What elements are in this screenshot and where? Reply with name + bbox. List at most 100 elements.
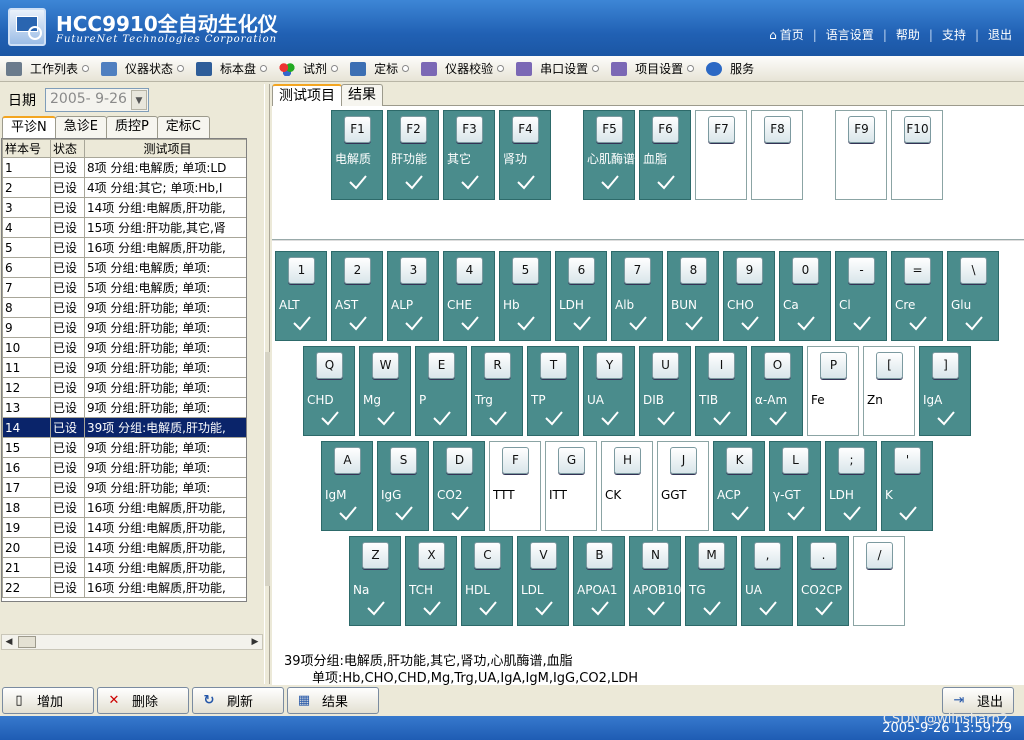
splitter-handle[interactable]	[265, 352, 270, 586]
test-item-key[interactable]: B APOA1	[573, 536, 625, 626]
table-row[interactable]: 18 已设 16项 分组:电解质,肝功能,	[2, 497, 246, 518]
test-item-key[interactable]: F10	[891, 110, 943, 200]
test-item-key[interactable]: N APOB10	[629, 536, 681, 626]
table-row[interactable]: 10 已设 9项 分组:肝功能; 单项:	[2, 337, 246, 358]
test-item-key[interactable]: ' K	[881, 441, 933, 531]
test-item-key[interactable]: U DIB	[639, 346, 691, 436]
toolbar-sample-tray[interactable]: 标本盘	[196, 58, 268, 80]
toolbar-worklist[interactable]: 工作列表	[6, 58, 90, 80]
test-item-key[interactable]: . CO2CP	[797, 536, 849, 626]
toolbar-serial-settings[interactable]: 串口设置	[516, 58, 600, 80]
test-item-key[interactable]: Y UA	[583, 346, 635, 436]
table-row[interactable]: 12 已设 9项 分组:肝功能; 单项:	[2, 377, 246, 398]
table-row[interactable]: 20 已设 14项 分组:电解质,肝功能,	[2, 537, 246, 558]
test-item-key[interactable]: 4 CHE	[443, 251, 495, 341]
result-button[interactable]: ▦ 结果	[287, 687, 379, 714]
test-item-key[interactable]: 3 ALP	[387, 251, 439, 341]
test-item-key[interactable]: Z Na	[349, 536, 401, 626]
test-item-key[interactable]: F7	[695, 110, 747, 200]
test-item-key[interactable]: EP	[415, 346, 467, 436]
test-item-key[interactable]: W Mg	[359, 346, 411, 436]
chevron-down-icon[interactable]: ▼	[131, 90, 147, 110]
delete-button[interactable]: ✕ 删除	[97, 687, 189, 714]
table-row[interactable]: 21 已设 14项 分组:电解质,肝功能,	[2, 557, 246, 578]
table-row[interactable]: 1 已设 8项 分组:电解质; 单项:LD	[2, 157, 246, 178]
table-row[interactable]: 9 已设 9项 分组:肝功能; 单项:	[2, 317, 246, 338]
test-item-key[interactable]: 0 Ca	[779, 251, 831, 341]
test-item-key[interactable]: K ACP	[713, 441, 765, 531]
nav-home-link[interactable]: 首页	[780, 26, 804, 43]
test-item-key[interactable]: 9 CHO	[723, 251, 775, 341]
test-item-key[interactable]: I TIB	[695, 346, 747, 436]
test-item-key[interactable]: X TCH	[405, 536, 457, 626]
toolbar-reagent[interactable]: 试剂	[279, 58, 339, 80]
toolbar-instrument-status[interactable]: 仪器状态	[101, 58, 185, 80]
scroll-left-icon[interactable]: ◀	[2, 635, 16, 649]
exit-button[interactable]: ⇥ 退出	[942, 687, 1014, 714]
refresh-button[interactable]: ↻ 刷新	[192, 687, 284, 714]
table-row[interactable]: 4 已设 15项 分组:肝功能,其它,肾	[2, 217, 246, 238]
test-item-key[interactable]: G ITT	[545, 441, 597, 531]
tab-routine[interactable]: 平诊N	[2, 116, 56, 138]
test-item-key[interactable]: , UA	[741, 536, 793, 626]
tab-results[interactable]: 结果	[341, 84, 383, 106]
test-item-key[interactable]: F6 血脂	[639, 110, 691, 200]
test-item-key[interactable]: F5 心肌酶谱	[583, 110, 635, 200]
test-item-key[interactable]: ; LDH	[825, 441, 877, 531]
test-item-key[interactable]: - Cl	[835, 251, 887, 341]
panel-splitter[interactable]	[264, 84, 270, 684]
table-row[interactable]: 14 已设 39项 分组:电解质,肝功能,	[2, 417, 246, 438]
tab-qc[interactable]: 质控P	[105, 116, 158, 138]
test-item-key[interactable]: Q CHD	[303, 346, 355, 436]
table-row[interactable]: 17 已设 9项 分组:肝功能; 单项:	[2, 477, 246, 498]
test-item-key[interactable]: S IgG	[377, 441, 429, 531]
test-item-key[interactable]: F9	[835, 110, 887, 200]
test-item-key[interactable]: 7 Alb	[611, 251, 663, 341]
test-item-key[interactable]: V LDL	[517, 536, 569, 626]
toolbar-instrument-check[interactable]: 仪器校验	[421, 58, 505, 80]
tab-test-items[interactable]: 测试项目	[272, 84, 342, 106]
table-row[interactable]: 22 已设 16项 分组:电解质,肝功能,	[2, 577, 246, 598]
test-item-key[interactable]: F8	[751, 110, 803, 200]
test-item-key[interactable]: \ Glu	[947, 251, 999, 341]
test-item-key[interactable]: = Cre	[891, 251, 943, 341]
test-item-key[interactable]: F4 肾功	[499, 110, 551, 200]
test-item-key[interactable]: T TP	[527, 346, 579, 436]
test-item-key[interactable]: C HDL	[461, 536, 513, 626]
table-row[interactable]: 15 已设 9项 分组:肝功能; 单项:	[2, 437, 246, 458]
test-item-key[interactable]: A IgM	[321, 441, 373, 531]
nav-language-link[interactable]: 语言设置	[826, 26, 874, 43]
horizontal-scrollbar[interactable]: ◀ ▶	[1, 634, 263, 650]
test-item-key[interactable]: J GGT	[657, 441, 709, 531]
table-row[interactable]: 5 已设 16项 分组:电解质,肝功能,	[2, 237, 246, 258]
table-row[interactable]: 7 已设 5项 分组:电解质; 单项:	[2, 277, 246, 298]
test-item-key[interactable]: M TG	[685, 536, 737, 626]
test-item-key[interactable]: [Zn	[863, 346, 915, 436]
table-row[interactable]: 16 已设 9项 分组:肝功能; 单项:	[2, 457, 246, 478]
table-row[interactable]: 13 已设 9项 分组:肝功能; 单项:	[2, 397, 246, 418]
test-item-key[interactable]: F1 电解质	[331, 110, 383, 200]
test-item-key[interactable]: R Trg	[471, 346, 523, 436]
toolbar-calibration[interactable]: 定标	[350, 58, 410, 80]
test-item-key[interactable]: Lγ-GT	[769, 441, 821, 531]
test-item-key[interactable]: 2 AST	[331, 251, 383, 341]
table-row[interactable]: 6 已设 5项 分组:电解质; 单项:	[2, 257, 246, 278]
test-item-key[interactable]: 1 ALT	[275, 251, 327, 341]
test-item-key[interactable]: Oα-Am	[751, 346, 803, 436]
test-item-key[interactable]: F3 其它	[443, 110, 495, 200]
column-header-test-items[interactable]: 测试项目	[84, 139, 246, 158]
test-item-key[interactable]: P Fe	[807, 346, 859, 436]
column-header-status[interactable]: 状态	[50, 139, 85, 158]
tab-emergency[interactable]: 急诊E	[54, 116, 107, 138]
column-header-sample-no[interactable]: 样本号	[2, 139, 51, 158]
nav-exit-link[interactable]: 退出	[988, 26, 1012, 43]
add-button[interactable]: ▯ 增加	[2, 687, 94, 714]
scroll-right-icon[interactable]: ▶	[248, 635, 262, 649]
test-item-key[interactable]: 8 BUN	[667, 251, 719, 341]
table-row[interactable]: 19 已设 14项 分组:电解质,肝功能,	[2, 517, 246, 538]
scroll-thumb[interactable]	[18, 636, 36, 648]
test-item-key[interactable]: H CK	[601, 441, 653, 531]
test-item-key[interactable]: F2 肝功能	[387, 110, 439, 200]
toolbar-item-settings[interactable]: 项目设置	[611, 58, 695, 80]
nav-support-link[interactable]: 支持	[942, 26, 966, 43]
